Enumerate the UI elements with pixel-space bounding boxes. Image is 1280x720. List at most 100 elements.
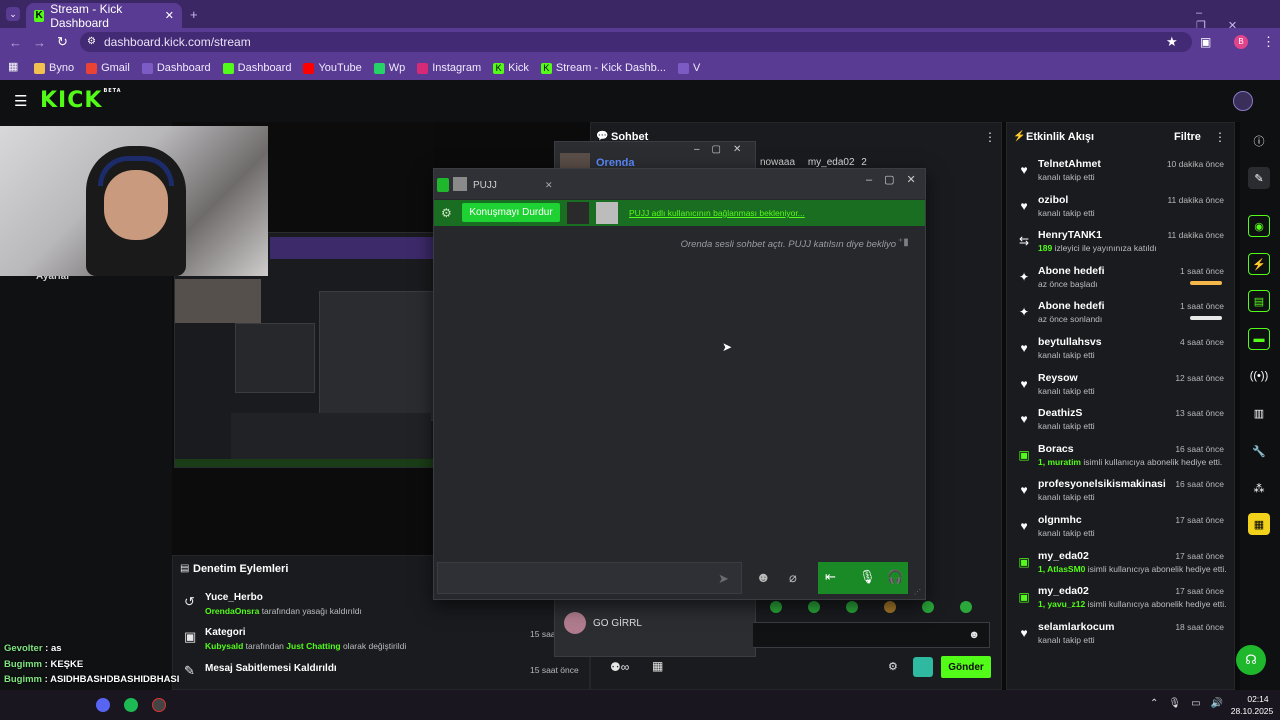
spotify-taskbar-icon[interactable] bbox=[124, 698, 138, 712]
activity-username[interactable]: ozibol bbox=[1038, 194, 1068, 206]
bookmark-kick[interactable]: K Kick bbox=[493, 62, 529, 74]
voice-window-controls[interactable]: –▢✕ bbox=[866, 173, 928, 186]
microphone-icon[interactable]: 🎙 bbox=[859, 569, 876, 585]
broadcast-icon[interactable]: ((•)) bbox=[1248, 365, 1270, 387]
clapper-icon[interactable]: ▦ bbox=[1248, 513, 1270, 535]
emote-icon[interactable] bbox=[960, 601, 972, 613]
kick-shortcut-icon[interactable] bbox=[913, 657, 933, 677]
activity-highlight[interactable]: 1, muratim bbox=[1038, 457, 1081, 467]
user-avatar[interactable] bbox=[1233, 91, 1253, 111]
back-icon[interactable]: ← bbox=[9, 35, 22, 50]
send-button[interactable]: Gönder bbox=[941, 656, 991, 678]
activity-highlight[interactable]: 189 bbox=[1038, 243, 1052, 253]
moderation-category-name[interactable]: Just Chatting bbox=[286, 641, 340, 651]
emote-icon[interactable] bbox=[808, 601, 820, 613]
bookmark-star-icon[interactable]: ★ bbox=[1166, 34, 1178, 50]
chat-settings-icon[interactable]: ⚙ bbox=[888, 660, 898, 673]
profile-avatar[interactable]: B bbox=[1234, 35, 1248, 49]
gift-icon: ▣ bbox=[1018, 554, 1030, 569]
share-icon[interactable]: ⁂ bbox=[1248, 477, 1270, 499]
activity-description-text: isimli kullanıcıya abonelik hediye etti. bbox=[1081, 456, 1223, 467]
activity-username[interactable]: my_eda02 bbox=[1038, 585, 1089, 597]
activity-username[interactable]: HenryTANK1 bbox=[1038, 229, 1102, 241]
activity-username[interactable]: olgnmhc bbox=[1038, 514, 1082, 526]
browser-menu-icon[interactable]: ⋮ bbox=[1262, 34, 1275, 50]
camera-icon[interactable]: ◉ bbox=[1248, 215, 1270, 237]
bookmark-dashboard[interactable]: Dashboard bbox=[141, 62, 211, 74]
chat-rail-icon[interactable]: ▬ bbox=[1248, 328, 1270, 350]
support-headset-button[interactable]: ☊ bbox=[1236, 645, 1266, 675]
chat-menu-icon[interactable]: ⋮ bbox=[984, 130, 996, 144]
lightning-rail-icon[interactable]: ⚡ bbox=[1248, 253, 1270, 275]
activity-username[interactable]: Abone hedefi bbox=[1038, 300, 1105, 312]
voice-message-input[interactable] bbox=[437, 562, 742, 594]
bookmark-youtube[interactable]: YouTube bbox=[303, 62, 362, 74]
leave-call-icon[interactable]: ⇤ bbox=[825, 569, 836, 585]
emoji-picker-icon[interactable]: ☻ bbox=[968, 629, 980, 641]
activity-username[interactable]: Boracs bbox=[1038, 443, 1074, 455]
activity-username[interactable]: Abone hedefi bbox=[1038, 265, 1105, 277]
notes-icon[interactable]: ▤ bbox=[1248, 290, 1270, 312]
chat-users-icon[interactable]: ⚉∞ bbox=[610, 660, 629, 674]
peer-avatar-small bbox=[453, 177, 467, 191]
site-info-icon[interactable]: ⚙ bbox=[87, 36, 96, 47]
activity-highlight[interactable]: 1, AtlasSM0 bbox=[1038, 564, 1085, 574]
message-options-icon[interactable]: ⁺▮ bbox=[898, 237, 909, 248]
bookmark-stream-kick[interactable]: K Stream - Kick Dashb... bbox=[540, 62, 666, 74]
bookmark-gmail[interactable]: Gmail bbox=[86, 62, 130, 74]
activity-menu-icon[interactable]: ⋮ bbox=[1214, 130, 1226, 144]
tray-icons[interactable]: ⌃🎙▭🔊 bbox=[1150, 698, 1233, 709]
moderation-actor[interactable]: OrendaOnsra bbox=[205, 606, 259, 616]
emote-icon[interactable] bbox=[770, 601, 782, 613]
headphones-icon[interactable]: 🎧 bbox=[887, 569, 903, 585]
apps-grid-icon[interactable]: ▦ bbox=[8, 60, 18, 73]
bookmark-byno[interactable]: Byno bbox=[34, 62, 74, 74]
address-bar[interactable]: dashboard.kick.com/stream bbox=[80, 32, 1192, 52]
resize-grip-icon[interactable]: ⋰ bbox=[914, 588, 921, 596]
activity-username[interactable]: my_eda02 bbox=[1038, 550, 1089, 562]
activity-filter-button[interactable]: Filtre bbox=[1174, 131, 1201, 143]
activity-username[interactable]: Reysow bbox=[1038, 372, 1078, 384]
obs-taskbar-icon[interactable] bbox=[152, 698, 166, 712]
chat-store-icon[interactable]: ▦ bbox=[652, 659, 663, 673]
stop-talking-button[interactable]: Konuşmayı Durdur bbox=[462, 203, 560, 222]
activity-username[interactable]: selamlarkocum bbox=[1038, 621, 1114, 633]
close-tab-icon[interactable]: ✕ bbox=[165, 9, 174, 22]
browser-tab[interactable]: K Stream - Kick Dashboard ✕ bbox=[26, 2, 182, 30]
moderation-actor[interactable]: Kubysald bbox=[205, 641, 243, 651]
wrench-icon[interactable]: 🔧 bbox=[1248, 440, 1270, 462]
hamburger-menu-icon[interactable]: ☰ bbox=[14, 92, 27, 110]
chat-username[interactable]: my_eda02 bbox=[808, 157, 855, 168]
stack-icon[interactable]: ▥ bbox=[1248, 402, 1270, 424]
voice-settings-icon[interactable]: ⚙ bbox=[441, 206, 452, 220]
voice-emoji-icon[interactable]: ☻ bbox=[756, 569, 771, 585]
waiting-connection-link[interactable]: PUJJ adlı kullanıcının bağlanması beklen… bbox=[629, 208, 805, 218]
extensions-icon[interactable]: ▣ bbox=[1200, 35, 1211, 49]
bookmark-instagram[interactable]: Instagram bbox=[417, 62, 481, 74]
activity-username[interactable]: profesyonelsikismakinasi bbox=[1038, 478, 1166, 490]
activity-highlight[interactable]: 1, yavu_z12 bbox=[1038, 599, 1085, 609]
voice-send-icon[interactable]: ➤ bbox=[718, 571, 729, 587]
bookmark-v[interactable]: V bbox=[677, 62, 700, 74]
bookmark-dashboard-2[interactable]: Dashboard bbox=[222, 62, 291, 74]
emote-icon[interactable] bbox=[846, 601, 858, 613]
kick-logo[interactable]: KICKBETA bbox=[40, 88, 122, 113]
discord-taskbar-icon[interactable] bbox=[96, 698, 110, 712]
activity-username[interactable]: beytullahsvs bbox=[1038, 336, 1102, 348]
activity-username[interactable]: TelnetAhmet bbox=[1038, 158, 1101, 170]
voice-tab-close-icon[interactable]: ✕ bbox=[545, 180, 553, 191]
forward-icon[interactable]: → bbox=[33, 35, 46, 50]
emote-icon[interactable] bbox=[922, 601, 934, 613]
emote-icon[interactable] bbox=[884, 601, 896, 613]
edit-icon[interactable]: ✎ bbox=[1248, 167, 1270, 189]
goal-progress-bar bbox=[1190, 316, 1222, 321]
activity-username[interactable]: DeathizS bbox=[1038, 407, 1082, 419]
new-tab-icon[interactable]: + bbox=[190, 7, 198, 22]
voice-attach-icon[interactable]: ⌀ bbox=[789, 570, 797, 586]
chat-input[interactable]: ☻ bbox=[753, 622, 990, 648]
info-icon[interactable]: ⓘ bbox=[1248, 130, 1270, 152]
reload-icon[interactable]: ↻ bbox=[57, 34, 68, 50]
bookmark-wp[interactable]: Wp bbox=[373, 62, 405, 74]
gif-result[interactable]: GO GİRRL bbox=[556, 608, 752, 638]
tab-search-button[interactable]: ⌄ bbox=[6, 7, 20, 21]
